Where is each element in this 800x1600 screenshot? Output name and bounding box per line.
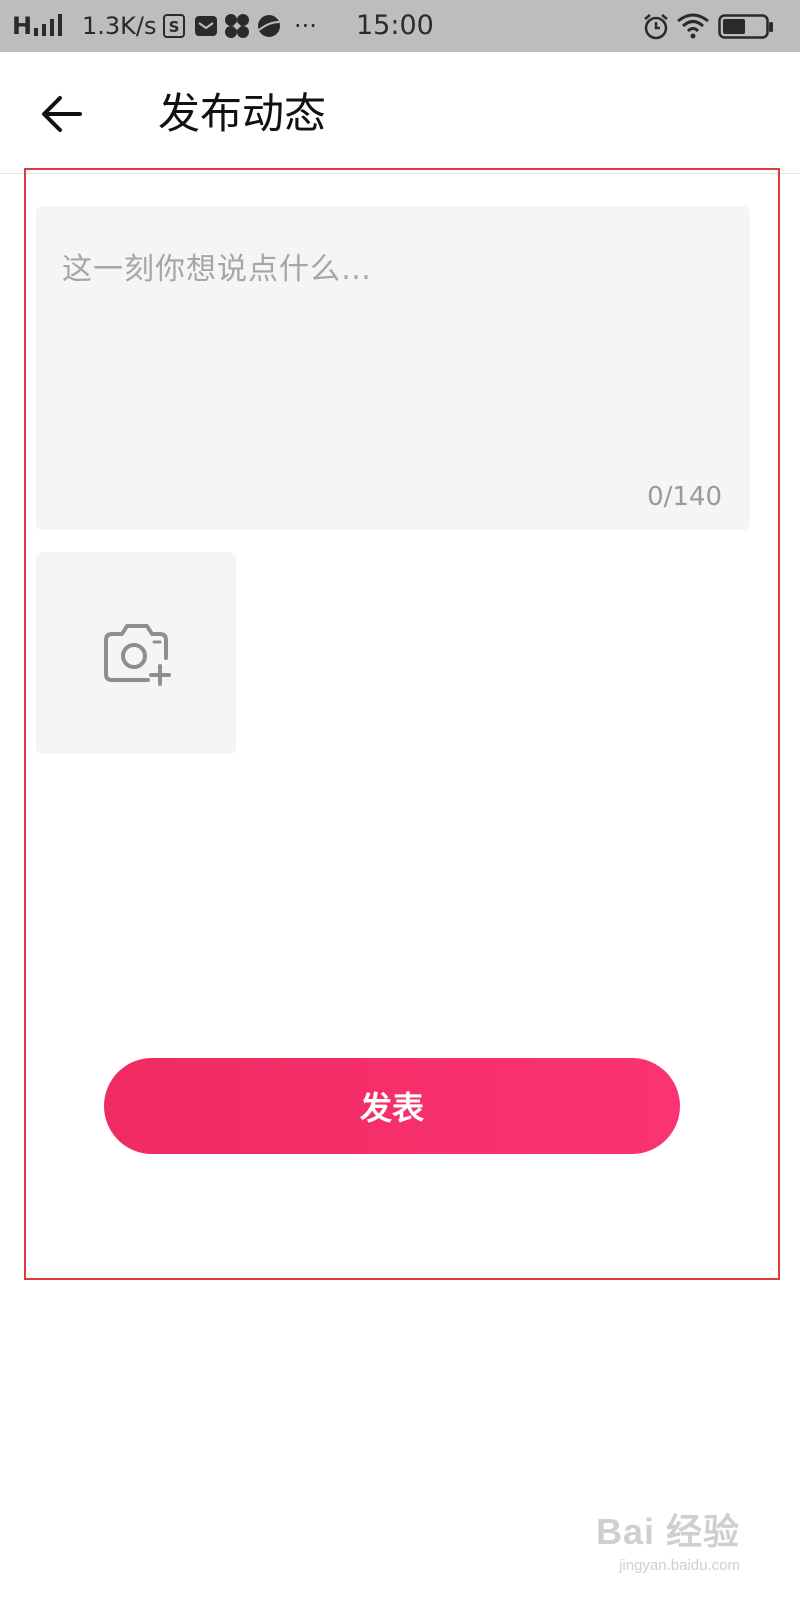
more-notifications-label: ··· [294, 12, 317, 40]
status-bar: H 1.3K/s S ··· 15:00 [0, 0, 800, 52]
watermark-url: jingyan.baidu.com [619, 1557, 740, 1574]
notification-mail-icon [195, 16, 217, 36]
baidu-jingyan-watermark: Bai 经验 jingyan.baidu.com [596, 1503, 740, 1574]
post-content-input[interactable]: 这一刻你想说点什么… 0/140 [36, 206, 750, 530]
add-photo-button[interactable] [36, 552, 236, 754]
camera-plus-icon [104, 624, 171, 686]
signal-icon [34, 14, 62, 36]
wifi-icon [677, 13, 709, 39]
battery-icon [718, 14, 773, 39]
post-content-placeholder: 这一刻你想说点什么… [62, 252, 372, 287]
network-speed-label: 1.3K/s [82, 12, 157, 40]
notification-app-icon [225, 14, 249, 38]
clock-time: 15:00 [356, 10, 434, 41]
page-title: 发布动态 [158, 89, 327, 138]
page: H 1.3K/s S ··· 15:00 发布动态 这一刻你想说点什么… 0/1… [0, 0, 800, 1600]
notification-planet-icon [258, 15, 280, 37]
arrow-left-icon [42, 96, 82, 132]
back-button[interactable] [32, 92, 92, 136]
alarm-icon [644, 14, 668, 40]
publish-button[interactable]: 发表 [104, 1058, 680, 1154]
app-header: 发布动态 [0, 52, 800, 174]
character-counter: 0/140 [647, 482, 722, 512]
svg-text:S: S [169, 18, 180, 36]
watermark-logo: Bai 经验 [595, 1511, 740, 1552]
notification-s-icon: S [163, 14, 185, 38]
